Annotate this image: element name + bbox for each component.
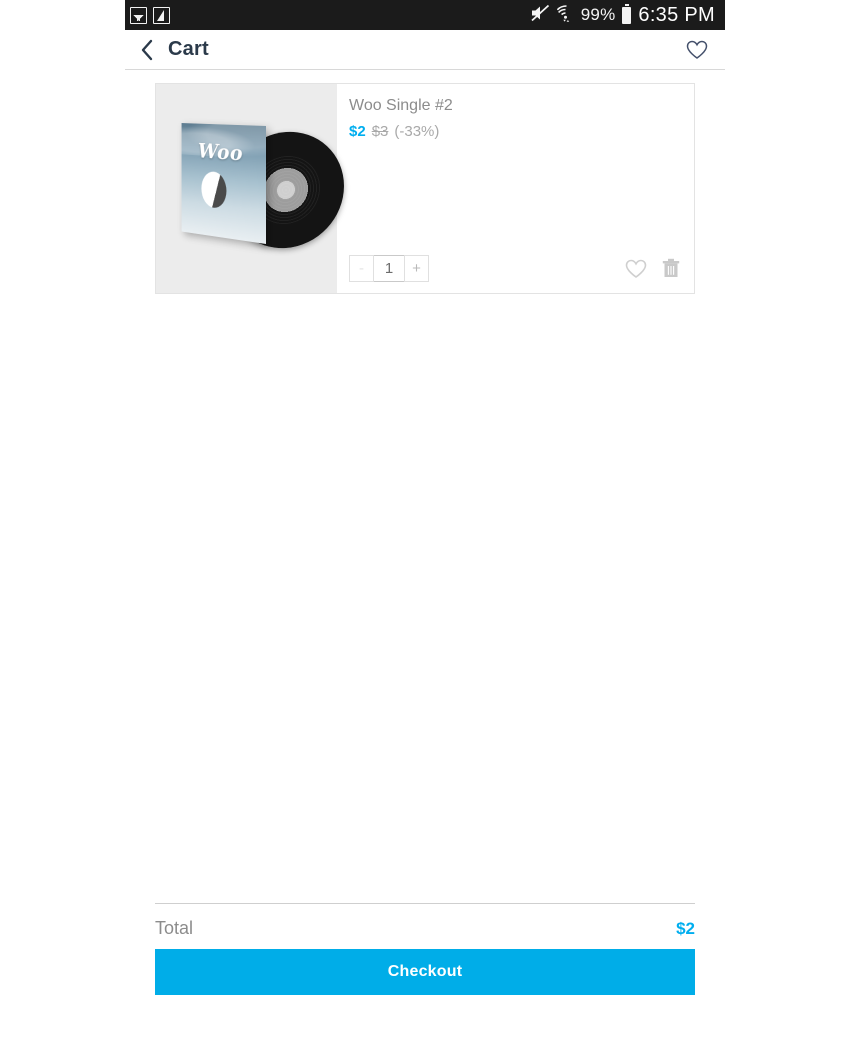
battery-percent-label: 99% xyxy=(580,5,616,24)
save-for-later-button[interactable] xyxy=(624,258,648,280)
cart-item-row[interactable]: Woo Woo Single #2 $2 $3 (-33%) - 1 + xyxy=(155,83,695,294)
heart-outline-icon xyxy=(625,259,647,278)
remove-item-button[interactable] xyxy=(662,258,680,279)
product-title: Woo Single #2 xyxy=(349,97,453,114)
cart-content: Woo Woo Single #2 $2 $3 (-33%) - 1 + xyxy=(125,70,725,294)
quantity-decrement-button[interactable]: - xyxy=(349,255,374,282)
total-row: Total $2 xyxy=(155,903,695,949)
quantity-increment-button[interactable]: + xyxy=(404,255,429,282)
product-image[interactable]: Woo xyxy=(156,84,344,293)
item-actions: - 1 + xyxy=(349,255,680,293)
original-price: $3 xyxy=(371,123,389,140)
heart-outline-icon xyxy=(686,40,708,59)
screenshot-icon xyxy=(153,6,170,24)
quantity-stepper[interactable]: - 1 + xyxy=(349,255,429,282)
album-sleeve-cutout xyxy=(201,170,227,210)
device-viewport: 99% 6:35 PM Cart Woo Woo Single #2 $2 $3… xyxy=(125,0,725,1037)
image-icon xyxy=(130,6,147,24)
quantity-value[interactable]: 1 xyxy=(374,255,404,282)
album-sleeve-title: Woo xyxy=(198,138,243,166)
price-row: $2 $3 (-33%) xyxy=(349,123,680,140)
battery-full-icon xyxy=(622,4,632,24)
status-bar-notifications xyxy=(130,6,170,24)
album-sleeve: Woo xyxy=(181,123,266,244)
wishlist-button[interactable] xyxy=(682,35,712,65)
discount-label: (-33%) xyxy=(394,123,440,140)
cart-item-list: Woo Woo Single #2 $2 $3 (-33%) - 1 + xyxy=(155,70,695,294)
sale-price: $2 xyxy=(349,123,366,140)
clock-label: 6:35 PM xyxy=(638,3,715,26)
status-bar-system: 99% 6:35 PM xyxy=(530,4,715,27)
total-label: Total xyxy=(155,918,194,938)
total-value: $2 xyxy=(676,918,695,938)
checkout-button[interactable]: Checkout xyxy=(155,949,695,995)
wifi-icon xyxy=(556,4,574,27)
chevron-left-icon xyxy=(141,39,153,60)
page-title: Cart xyxy=(168,38,209,60)
item-action-icons xyxy=(624,258,680,280)
volume-muted-icon xyxy=(530,4,550,27)
vinyl-record-album: Woo xyxy=(170,123,344,254)
back-button[interactable] xyxy=(133,35,163,65)
status-bar: 99% 6:35 PM xyxy=(125,0,725,30)
product-details: Woo Single #2 $2 $3 (-33%) - 1 + xyxy=(337,84,694,293)
trash-icon xyxy=(662,258,680,277)
cart-summary: Total $2 Checkout xyxy=(155,903,695,995)
app-bar: Cart xyxy=(125,30,725,70)
